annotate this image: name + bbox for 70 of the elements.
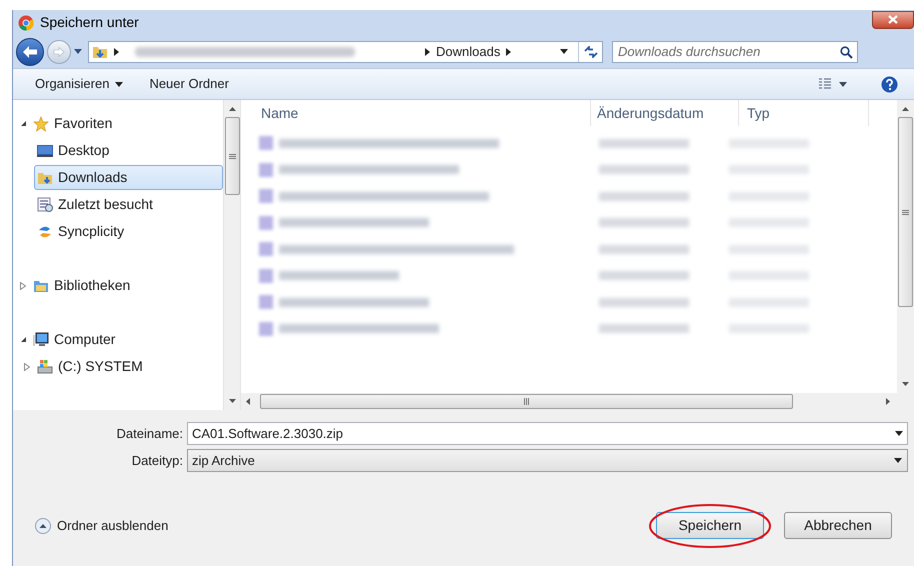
sidebar-item-icon: [37, 358, 53, 374]
sidebar-item[interactable]: Desktop: [34, 138, 223, 163]
scrollbar-thumb[interactable]: [224, 117, 240, 195]
search-icon: [840, 46, 853, 58]
column-header[interactable]: Änderungsdatum: [591, 100, 739, 126]
scroll-down-arrow-icon[interactable]: [902, 382, 909, 386]
history-dropdown-icon[interactable]: [74, 48, 82, 54]
caret-icon: [839, 82, 847, 86]
address-bar[interactable]: Downloads: [88, 40, 603, 62]
horizontal-scrollbar[interactable]: [241, 393, 914, 410]
scroll-down-arrow-icon[interactable]: [228, 399, 236, 403]
back-arrow-icon: [22, 44, 38, 58]
collapse-up-icon: [35, 518, 51, 534]
expanded-arrow-icon[interactable]: [20, 336, 26, 343]
field-label: Dateiname:: [116, 424, 184, 443]
search-field[interactable]: Downloads durchsuchen: [612, 40, 858, 62]
grip-icon: [902, 210, 909, 214]
back-button[interactable]: [16, 38, 44, 66]
scrollbar-thumb[interactable]: [260, 394, 793, 409]
dialog-button[interactable]: Speichern: [656, 512, 764, 539]
scroll-right-arrow-icon[interactable]: [886, 398, 890, 405]
dialog-button[interactable]: Abbrechen: [784, 512, 892, 539]
column-header[interactable]: Typ: [739, 100, 869, 126]
refresh-arrows-icon: [584, 46, 598, 58]
organize-menu-button[interactable]: Organisieren: [35, 74, 124, 94]
sidebar-item-icon: [37, 224, 53, 240]
sidebar-item-icon: [33, 116, 49, 132]
sidebar-item-icon: [33, 332, 49, 348]
column-header[interactable]: Name: [241, 100, 591, 126]
sidebar-item[interactable]: Downloads: [34, 165, 223, 190]
breadcrumb-item[interactable]: Downloads: [436, 42, 500, 62]
filetype-dropdown[interactable]: zip Archive: [187, 449, 908, 472]
view-options-button[interactable]: [819, 78, 847, 90]
sidebar-item[interactable]: Computer: [30, 327, 223, 352]
scroll-up-arrow-icon[interactable]: [228, 107, 236, 111]
sidebar-item[interactable]: Syncplicity: [34, 219, 223, 244]
sidebar-item[interactable]: Favoriten: [30, 111, 223, 136]
forward-arrow-icon: [53, 46, 65, 56]
close-icon: [888, 15, 898, 24]
window-title: Speichern unter: [40, 13, 139, 32]
breadcrumb-arrow-icon: [114, 48, 119, 56]
expanded-arrow-icon[interactable]: [20, 120, 26, 127]
sidebar-item[interactable]: (C:) SYSTEM: [34, 354, 223, 379]
scrollbar-thumb[interactable]: [898, 117, 913, 307]
grip-icon: [228, 154, 236, 158]
caret-icon: [115, 82, 124, 86]
close-button[interactable]: [872, 10, 914, 28]
browser-logo-icon: [18, 14, 34, 30]
dropdown-arrow-icon[interactable]: [560, 49, 568, 54]
new-folder-button[interactable]: Neuer Ordner: [149, 74, 229, 94]
field-label: Dateityp:: [130, 452, 184, 470]
sidebar-item[interactable]: Zuletzt besucht: [34, 192, 223, 217]
details-view-icon: [819, 78, 831, 90]
filename-field[interactable]: CA01.Software.2.3030.zip: [187, 422, 908, 445]
scroll-up-arrow-icon[interactable]: [902, 107, 909, 111]
dropdown-arrow-icon[interactable]: [895, 431, 903, 436]
dropdown-arrow-icon: [894, 458, 902, 463]
breadcrumb-arrow-icon: [425, 48, 430, 56]
sidebar-item-icon: [37, 142, 53, 158]
breadcrumb-arrow-icon: [506, 48, 512, 56]
grip-icon: [524, 398, 529, 405]
sidebar-scrollbar[interactable]: [223, 100, 240, 410]
list-scrollbar[interactable]: [897, 100, 914, 393]
hide-folders-button[interactable]: Ordner ausblenden: [35, 516, 168, 536]
sidebar-item-icon: [37, 196, 53, 212]
scroll-left-arrow-icon[interactable]: [246, 398, 250, 405]
collapsed-arrow-icon[interactable]: [24, 362, 30, 370]
help-icon[interactable]: [881, 76, 898, 92]
sidebar-item[interactable]: Bibliotheken: [30, 273, 223, 298]
collapsed-arrow-icon[interactable]: [20, 282, 26, 290]
